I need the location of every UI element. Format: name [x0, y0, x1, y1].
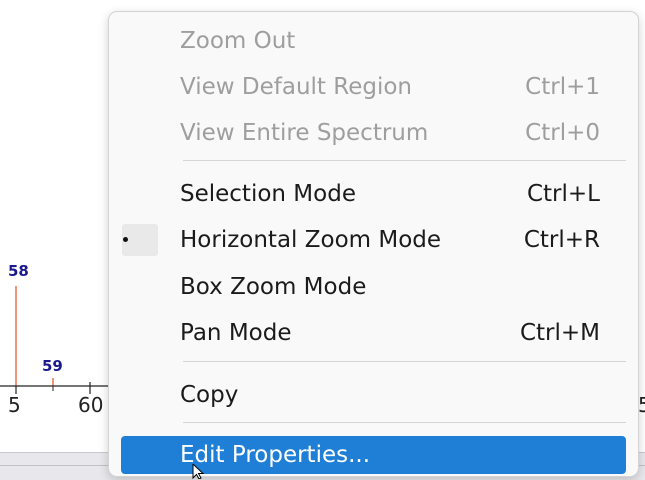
menu-item-view-entire-spectrum[interactable]: View Entire Spectrum Ctrl+0	[121, 114, 626, 152]
menu-item-shortcut: Ctrl+M	[519, 320, 600, 346]
menu-item-shortcut: Ctrl+R	[523, 227, 600, 253]
x-tick-label: 5	[8, 393, 21, 417]
menu-item-shortcut: Ctrl+1	[525, 74, 600, 100]
menu-separator	[183, 361, 626, 362]
context-menu: Zoom Out View Default Region Ctrl+1 View…	[108, 11, 639, 477]
menu-item-label: Pan Mode	[180, 320, 292, 346]
menu-item-shortcut: Ctrl+0	[525, 120, 600, 146]
menu-separator	[183, 422, 626, 423]
menu-item-label: View Default Region	[180, 74, 412, 100]
x-tick-label-edge: 5	[638, 393, 645, 417]
menu-item-label: Selection Mode	[180, 181, 356, 207]
menu-item-horizontal-zoom-mode[interactable]: Horizontal Zoom Mode Ctrl+R	[121, 221, 626, 259]
checkmark-area	[122, 224, 158, 256]
menu-item-label: Horizontal Zoom Mode	[180, 227, 442, 253]
peak-label-59: 59	[42, 357, 63, 375]
menu-item-selection-mode[interactable]: Selection Mode Ctrl+L	[121, 175, 626, 213]
menu-item-label: Box Zoom Mode	[180, 274, 367, 300]
menu-item-pan-mode[interactable]: Pan Mode Ctrl+M	[121, 314, 626, 352]
menu-item-label: Zoom Out	[180, 28, 296, 54]
menu-item-label: Copy	[180, 382, 239, 408]
menu-item-box-zoom-mode[interactable]: Box Zoom Mode	[121, 268, 626, 306]
radio-dot-icon	[123, 237, 128, 242]
menu-item-label: View Entire Spectrum	[180, 120, 429, 146]
menu-item-view-default-region[interactable]: View Default Region Ctrl+1	[121, 68, 626, 106]
peak-label-58: 58	[8, 262, 29, 280]
menu-item-label: Edit Properties...	[180, 442, 371, 468]
menu-item-shortcut: Ctrl+L	[526, 181, 600, 207]
menu-item-copy[interactable]: Copy	[121, 376, 626, 414]
x-tick-label: 60	[78, 393, 104, 417]
mouse-cursor-icon	[192, 464, 205, 479]
menu-item-zoom-out[interactable]: Zoom Out	[121, 22, 626, 60]
menu-separator	[183, 160, 626, 161]
